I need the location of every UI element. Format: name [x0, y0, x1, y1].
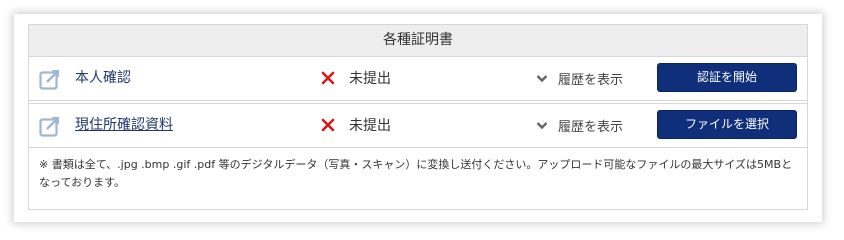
- row-name-identity: 本人確認: [75, 70, 131, 86]
- x-icon: [321, 71, 335, 85]
- choose-file-button[interactable]: ファイルを選択: [657, 110, 797, 139]
- show-history-toggle[interactable]: 履歴を表示: [536, 57, 623, 99]
- status-cell: 未提出: [321, 104, 391, 146]
- certificates-table: 各種証明書 本人確認 未提出 履歴を表示 認証を開始 現住所確認資料 未提出 履…: [28, 24, 808, 210]
- section-title: 各種証明書: [29, 25, 807, 57]
- history-label: 履歴を表示: [558, 119, 624, 135]
- chevron-down-icon: [536, 74, 548, 82]
- start-verification-button[interactable]: 認証を開始: [657, 63, 797, 92]
- x-icon: [321, 118, 335, 132]
- table-row-address: 現住所確認資料 未提出 履歴を表示 ファイルを選択: [29, 104, 807, 148]
- status-text: 未提出: [349, 118, 391, 134]
- status-cell: 未提出: [321, 57, 391, 99]
- upload-note: ※ 書類は全て、.jpg .bmp .gif .pdf 等のデジタルデータ（写真…: [39, 158, 793, 189]
- edit-external-icon: [39, 70, 59, 90]
- certificates-panel: 各種証明書 本人確認 未提出 履歴を表示 認証を開始 現住所確認資料 未提出 履…: [14, 14, 822, 222]
- show-history-toggle[interactable]: 履歴を表示: [536, 104, 623, 146]
- history-label: 履歴を表示: [558, 72, 624, 88]
- row-name-address-link[interactable]: 現住所確認資料: [75, 104, 173, 146]
- status-text: 未提出: [349, 71, 391, 87]
- table-row-identity: 本人確認 未提出 履歴を表示 認証を開始: [29, 57, 807, 101]
- edit-external-icon: [39, 117, 59, 137]
- chevron-down-icon: [536, 121, 548, 129]
